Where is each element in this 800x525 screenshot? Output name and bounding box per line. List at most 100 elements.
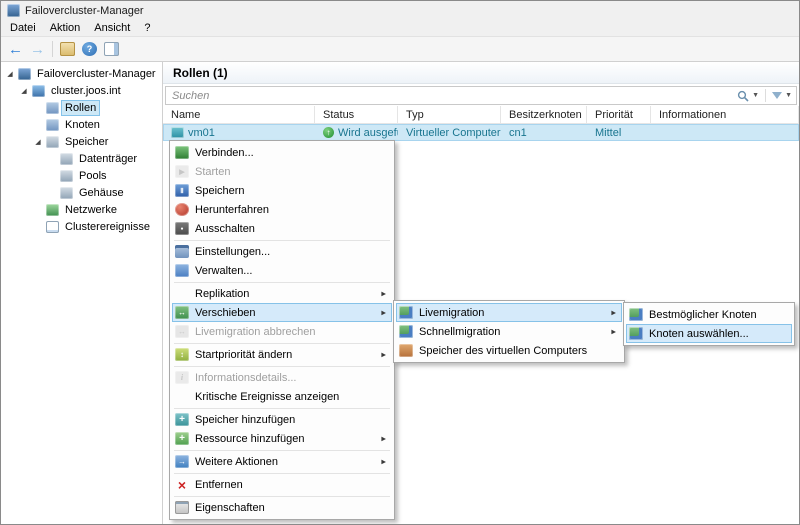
search-dropdown-icon[interactable]: ▼ — [752, 92, 759, 99]
select-node-icon — [629, 327, 643, 340]
menu-item-ressource-hinzufuegen[interactable]: Ressource hinzufügen — [172, 429, 392, 448]
menu-item-vm-speicher[interactable]: Speicher des virtuellen Computers — [396, 341, 622, 360]
filter-icon[interactable] — [772, 92, 783, 99]
add-storage-icon — [175, 413, 189, 426]
tree-item-clusterereignisse[interactable]: Clusterereignisse — [1, 218, 162, 235]
column-header-besitzerknoten[interactable]: Besitzerknoten — [501, 106, 587, 123]
help-icon[interactable]: ? — [82, 42, 97, 56]
menu-item-livemigration-abbrechen: Livemigration abbrechen — [172, 322, 392, 341]
save-state-icon — [175, 184, 189, 197]
menu-item-bestmoeglicher-knoten[interactable]: Bestmöglicher Knoten — [626, 305, 792, 324]
settings-icon — [175, 245, 189, 258]
pools-icon — [60, 169, 73, 182]
menu-item-verwalten[interactable]: Verwalten... — [172, 261, 392, 280]
expander-icon[interactable] — [5, 70, 15, 78]
show-console-tree-icon[interactable] — [60, 42, 75, 56]
menu-item-ausschalten[interactable]: Ausschalten — [172, 219, 392, 238]
menu-item-schnellmigration[interactable]: Schnellmigration — [396, 322, 622, 341]
app-window: Failovercluster-Manager Datei Aktion Ans… — [0, 0, 800, 525]
disks-icon — [60, 152, 73, 165]
menu-item-speicher-hinzufuegen[interactable]: Speicher hinzufügen — [172, 410, 392, 429]
menu-item-verschieben[interactable]: Verschieben — [172, 303, 392, 322]
pane-title: Rollen (1) — [173, 65, 228, 80]
best-node-icon — [629, 308, 643, 321]
tree-item-speicher[interactable]: Speicher — [1, 133, 162, 150]
tree-item-pools[interactable]: Pools — [1, 167, 162, 184]
more-actions-icon — [175, 455, 189, 468]
menu-item-entfernen[interactable]: Entfernen — [172, 475, 392, 494]
search-input[interactable] — [172, 89, 738, 102]
menu-separator — [174, 365, 390, 367]
tree-item-netzwerke[interactable]: Netzwerke — [1, 201, 162, 218]
connect-icon — [175, 146, 189, 159]
menu-item-verbinden[interactable]: Verbinden... — [172, 143, 392, 162]
expander-icon[interactable] — [19, 87, 29, 95]
submenu-verschieben: Livemigration Schnellmigration Speicher … — [393, 300, 625, 363]
roles-icon — [46, 101, 59, 114]
menu-item-einstellungen[interactable]: Einstellungen... — [172, 242, 392, 261]
menu-datei[interactable]: Datei — [3, 21, 43, 35]
menu-item-speichern[interactable]: Speichern — [172, 181, 392, 200]
remove-icon — [175, 478, 189, 491]
menu-separator — [174, 239, 390, 241]
column-header-typ[interactable]: Typ — [398, 106, 501, 123]
priority-icon — [175, 348, 189, 361]
tree-item-knoten[interactable]: Knoten — [1, 116, 162, 133]
tree-item-cluster[interactable]: cluster.joos.int — [1, 82, 162, 99]
start-icon — [175, 165, 189, 178]
shutdown-icon — [175, 203, 189, 216]
column-header-name[interactable]: Name — [163, 106, 315, 123]
menu-item-eigenschaften[interactable]: Eigenschaften — [172, 498, 392, 517]
menu-item-livemigration[interactable]: Livemigration — [396, 303, 622, 322]
menu-item-herunterfahren[interactable]: Herunterfahren — [172, 200, 392, 219]
cluster-icon — [32, 84, 45, 97]
back-button[interactable]: ← — [8, 42, 23, 57]
menu-hilfe[interactable]: ? — [137, 21, 157, 35]
context-menu: Verbinden... Starten Speichern Herunterf… — [169, 140, 395, 520]
menu-separator — [174, 342, 390, 344]
properties-icon — [175, 501, 189, 514]
nodes-icon — [46, 118, 59, 131]
tree-item-datentraeger[interactable]: Datenträger — [1, 150, 162, 167]
tree-item-gehaeuse[interactable]: Gehäuse — [1, 184, 162, 201]
menu-aktion[interactable]: Aktion — [43, 21, 88, 35]
menubar: Datei Aktion Ansicht ? — [1, 20, 799, 37]
column-header-informationen[interactable]: Informationen — [651, 106, 799, 123]
networks-icon — [46, 203, 59, 216]
toolbar: ← → ? — [1, 37, 799, 62]
window-title: Failovercluster-Manager — [25, 4, 144, 17]
manage-icon — [175, 264, 189, 277]
menu-item-knoten-auswaehlen[interactable]: Knoten auswählen... — [626, 324, 792, 343]
menu-item-kritische-ereignisse[interactable]: Kritische Ereignisse anzeigen — [172, 387, 392, 406]
cell-status: Wird ausgeführt — [315, 127, 398, 139]
pane-header: Rollen (1) — [163, 62, 799, 84]
menu-separator — [174, 472, 390, 474]
cell-name: vm01 — [163, 127, 315, 139]
tree-item-rollen[interactable]: Rollen — [1, 99, 162, 116]
column-header-status[interactable]: Status — [315, 106, 398, 123]
tree-item-failovercluster-manager[interactable]: Failovercluster-Manager — [1, 65, 162, 82]
table-header: Name Status Typ Besitzerknoten Priorität… — [163, 106, 799, 124]
submenu-livemigration: Bestmöglicher Knoten Knoten auswählen... — [623, 302, 795, 346]
storage-icon — [46, 135, 59, 148]
filter-dropdown-icon[interactable]: ▼ — [785, 92, 792, 99]
information-icon — [175, 371, 189, 384]
menu-ansicht[interactable]: Ansicht — [87, 21, 137, 35]
menu-item-replikation[interactable]: Replikation — [172, 284, 392, 303]
expander-icon[interactable] — [33, 138, 43, 146]
virtual-machine-icon — [171, 127, 184, 138]
forward-button[interactable]: → — [30, 42, 45, 57]
menu-item-startprioritaet-aendern[interactable]: Startpriorität ändern — [172, 345, 392, 364]
menu-item-weitere-aktionen[interactable]: Weitere Aktionen — [172, 452, 392, 471]
column-header-prioritaet[interactable]: Priorität — [587, 106, 651, 123]
cluster-manager-icon — [18, 67, 31, 80]
toolbar-separator — [52, 41, 53, 57]
menu-separator — [174, 281, 390, 283]
actions-pane-icon[interactable] — [104, 42, 119, 56]
cell-typ: Virtueller Computer — [406, 126, 501, 139]
quick-migration-icon — [399, 325, 413, 338]
add-resource-icon — [175, 432, 189, 445]
search-icon[interactable] — [737, 90, 749, 102]
search-bar: ▼ ▼ — [165, 86, 797, 105]
table-row-vm01[interactable]: vm01 Wird ausgeführt Virtueller Computer… — [163, 124, 799, 141]
